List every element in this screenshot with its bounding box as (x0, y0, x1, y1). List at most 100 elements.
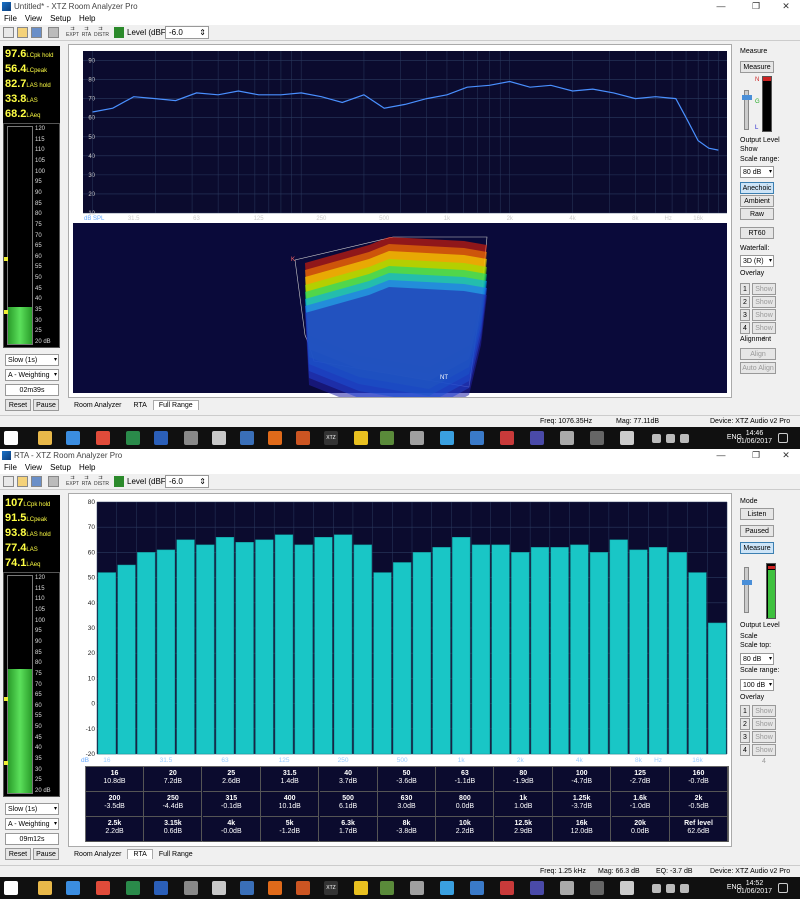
rta-bar[interactable] (117, 564, 136, 755)
start-icon[interactable] (4, 881, 18, 895)
overlay-show-button[interactable]: Show 3 (752, 731, 776, 752)
raw-button[interactable]: Raw (740, 208, 774, 220)
rta-bar[interactable] (393, 562, 412, 755)
band-cell[interactable]: 3.15k 0.6dB (144, 817, 203, 842)
print-icon[interactable] (48, 27, 59, 38)
app-icon[interactable] (296, 881, 310, 895)
tab-room-analyzer[interactable]: Room Analyzer (68, 849, 127, 860)
measure-button[interactable]: Measure (740, 61, 774, 73)
rta-bar[interactable] (649, 547, 668, 755)
band-cell[interactable]: 31.5 1.4dB (261, 767, 320, 792)
system-clock[interactable]: 14:52 01/06/2017 (737, 880, 772, 896)
weighting-select[interactable]: A - Weighting ▾ (5, 818, 59, 830)
print-icon[interactable] (48, 476, 59, 487)
band-cell[interactable]: 1.6k -1.0dB (611, 792, 670, 817)
rta-bar[interactable] (314, 537, 333, 755)
file-explorer-icon[interactable] (38, 881, 52, 895)
xtz-icon[interactable]: XTZ (324, 881, 338, 895)
speed-select[interactable]: Slow (1s) ▾ (5, 803, 59, 815)
app-icon[interactable] (268, 431, 282, 445)
overlay-show-button[interactable]: Show 1 (752, 283, 776, 304)
new-file-icon[interactable] (3, 476, 14, 487)
export-button[interactable]: ⇉ EXPT (66, 475, 79, 488)
app-icon[interactable] (590, 881, 604, 895)
rta-bar[interactable] (353, 544, 372, 755)
app-icon[interactable] (440, 431, 454, 445)
start-icon[interactable] (4, 431, 18, 445)
chrome-icon[interactable] (96, 431, 110, 445)
band-cell[interactable]: 500 6.1dB (319, 792, 378, 817)
anechoic-button[interactable]: Anechoic (740, 182, 774, 194)
overlay-show-button[interactable]: Show 1 (752, 705, 776, 726)
band-cell[interactable]: 125 -2.7dB (611, 767, 670, 792)
rta-bar[interactable] (629, 549, 648, 755)
menu-help[interactable]: Help (79, 14, 95, 23)
export-button[interactable]: ⇉ EXPT (66, 26, 79, 39)
open-folder-icon[interactable] (17, 27, 28, 38)
overlay-show-button[interactable]: Show 2 (752, 296, 776, 317)
rta-bar[interactable] (235, 542, 254, 755)
excel-icon[interactable] (126, 881, 140, 895)
rta-bar[interactable] (196, 544, 215, 755)
overlay-show-button[interactable]: Show 2 (752, 718, 776, 739)
tab-rta[interactable]: RTA (127, 400, 152, 411)
file-explorer-icon[interactable] (38, 431, 52, 445)
shield-icon[interactable] (470, 881, 484, 895)
band-cell[interactable]: 10k 2.2dB (436, 817, 495, 842)
rta-bar[interactable] (412, 552, 431, 755)
app-icon[interactable] (410, 431, 424, 445)
band-cell[interactable]: 1.25k -3.7dB (553, 792, 612, 817)
app-icon[interactable] (268, 881, 282, 895)
rta-bar[interactable] (255, 539, 274, 755)
band-cell[interactable]: 50 -3.6dB (378, 767, 436, 792)
reset-button[interactable]: Reset (5, 399, 31, 411)
rta-bar[interactable] (491, 544, 510, 755)
band-cell[interactable]: 40 3.7dB (319, 767, 378, 792)
app-icon[interactable] (500, 431, 514, 445)
xtz-icon[interactable]: XTZ (324, 431, 338, 445)
band-cell[interactable]: 63 -1.1dB (436, 767, 495, 792)
rta-bar[interactable] (668, 552, 687, 755)
app-icon[interactable] (380, 881, 394, 895)
ie-icon[interactable] (66, 431, 80, 445)
shield-icon[interactable] (470, 431, 484, 445)
maximize-icon[interactable]: ❐ (745, 0, 767, 13)
app-icon[interactable] (560, 431, 574, 445)
distortion-button[interactable]: ⇉ DISTR (94, 26, 109, 39)
menu-view[interactable]: View (25, 14, 42, 23)
app-icon[interactable] (440, 881, 454, 895)
system-clock[interactable]: 14:46 01/06/2017 (737, 430, 772, 446)
output-level-slider[interactable] (742, 567, 752, 613)
rta-bar[interactable] (274, 534, 294, 755)
band-cell[interactable]: 200 -3.5dB (86, 792, 144, 817)
level-input[interactable]: -6.0 ⇕ (165, 475, 209, 488)
minimize-icon[interactable]: — (710, 0, 732, 13)
word-icon[interactable] (154, 431, 168, 445)
tab-room-analyzer[interactable]: Room Analyzer (68, 400, 127, 411)
distortion-button[interactable]: ⇉ DISTR (94, 475, 109, 488)
frequency-response-plot[interactable]: 90807060504030201031.5 63 125 250 500 1k 2k 4k 8… (69, 45, 731, 397)
rta-button[interactable]: ⇉ RTA (80, 26, 93, 39)
word-icon[interactable] (154, 881, 168, 895)
band-cell[interactable]: 20k 0.0dB (611, 817, 670, 842)
app-icon[interactable] (620, 431, 634, 445)
band-cell[interactable]: 2.5k 2.2dB (86, 817, 144, 842)
band-cell[interactable]: 20 7.2dB (144, 767, 203, 792)
rta-bar[interactable] (156, 549, 175, 755)
rta-bar[interactable] (589, 552, 609, 755)
band-cell[interactable]: 25 2.6dB (202, 767, 261, 792)
rta-bar-chart[interactable]: 80706050403020100-10-2016 31.5 63 125 250 500… (69, 494, 731, 774)
tab-full-range[interactable]: Full Range (152, 400, 199, 410)
rta-bar[interactable] (334, 534, 353, 755)
auto-align-button[interactable]: Auto Align (740, 362, 776, 374)
band-cell[interactable]: 1k 1.0dB (494, 792, 553, 817)
rta-bar[interactable] (530, 547, 550, 755)
reset-button[interactable]: Reset (5, 848, 31, 860)
band-cell[interactable]: 8k -3.8dB (378, 817, 436, 842)
overlay-show-button[interactable]: Show 4 (752, 322, 776, 343)
app-icon[interactable] (184, 881, 198, 895)
chevron-up-icon[interactable] (652, 434, 661, 443)
menu-help[interactable]: Help (79, 463, 95, 472)
rta-button[interactable]: ⇉ RTA (80, 475, 93, 488)
app-icon[interactable] (296, 431, 310, 445)
